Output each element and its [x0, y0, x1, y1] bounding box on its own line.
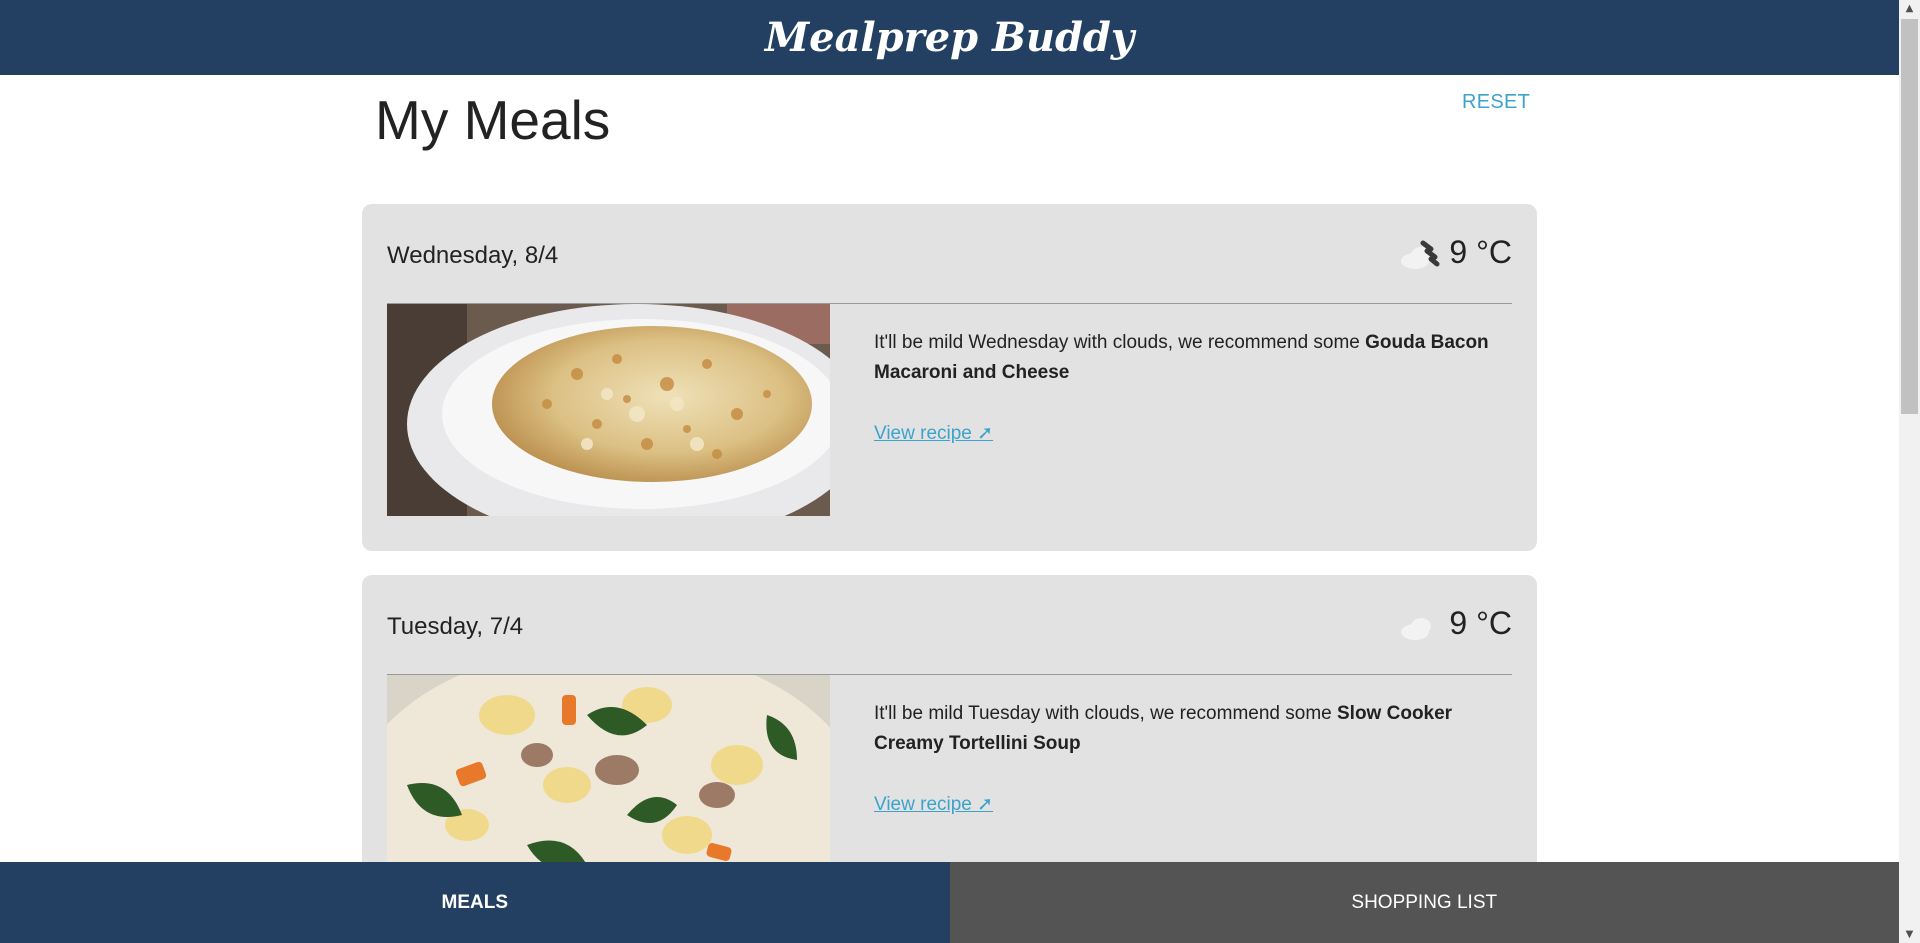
meal-card: Wednesday, 8/4 9 °C It'll be mild Wednes… — [362, 204, 1537, 551]
meal-recommendation: It'll be mild Wednesday with clouds, we … — [874, 328, 1494, 388]
weather-summary: 9 °C — [1397, 605, 1512, 642]
weather-summary: 9 °C — [1397, 234, 1512, 271]
scrollbar-thumb[interactable] — [1901, 19, 1918, 414]
meal-image — [387, 304, 830, 516]
temperature: 9 °C — [1449, 234, 1512, 270]
meal-date: Tuesday, 7/4 — [387, 613, 524, 640]
main-content: My Meals RESET Wednesday, 8/4 9 °C It'll… — [0, 75, 1899, 862]
temperature: 9 °C — [1449, 605, 1512, 641]
reset-button[interactable]: RESET — [1462, 91, 1530, 114]
bottom-nav: MEALS SHOPPING LIST — [0, 862, 1899, 943]
scroll-down-arrow-icon[interactable]: ▼ — [1899, 926, 1920, 943]
recommendation-text: It'll be mild Tuesday with clouds, we re… — [874, 703, 1337, 724]
page-title: My Meals — [375, 89, 611, 151]
view-recipe-link[interactable]: View recipe ➚ — [874, 793, 993, 816]
meal-card: Tuesday, 7/4 9 °C It'll be mild Tuesday … — [362, 575, 1537, 862]
tab-shopping-list[interactable]: SHOPPING LIST — [949, 862, 1899, 943]
cloud-icon — [1401, 617, 1432, 640]
scroll-up-arrow-icon[interactable]: ▲ — [1899, 0, 1920, 17]
meal-image — [387, 675, 830, 862]
tab-meals[interactable]: MEALS — [0, 862, 950, 943]
app-header: Mealprep Buddy — [0, 0, 1899, 75]
scrollbar[interactable]: ▲ ▼ — [1899, 0, 1920, 943]
meal-date: Wednesday, 8/4 — [387, 242, 559, 269]
cloud-rain-icon — [1401, 240, 1440, 269]
meal-recommendation: It'll be mild Tuesday with clouds, we re… — [874, 699, 1494, 759]
view-recipe-link[interactable]: View recipe ➚ — [874, 422, 993, 445]
recommendation-text: It'll be mild Wednesday with clouds, we … — [874, 332, 1366, 353]
app-logo-title: Mealprep Buddy — [764, 14, 1135, 61]
